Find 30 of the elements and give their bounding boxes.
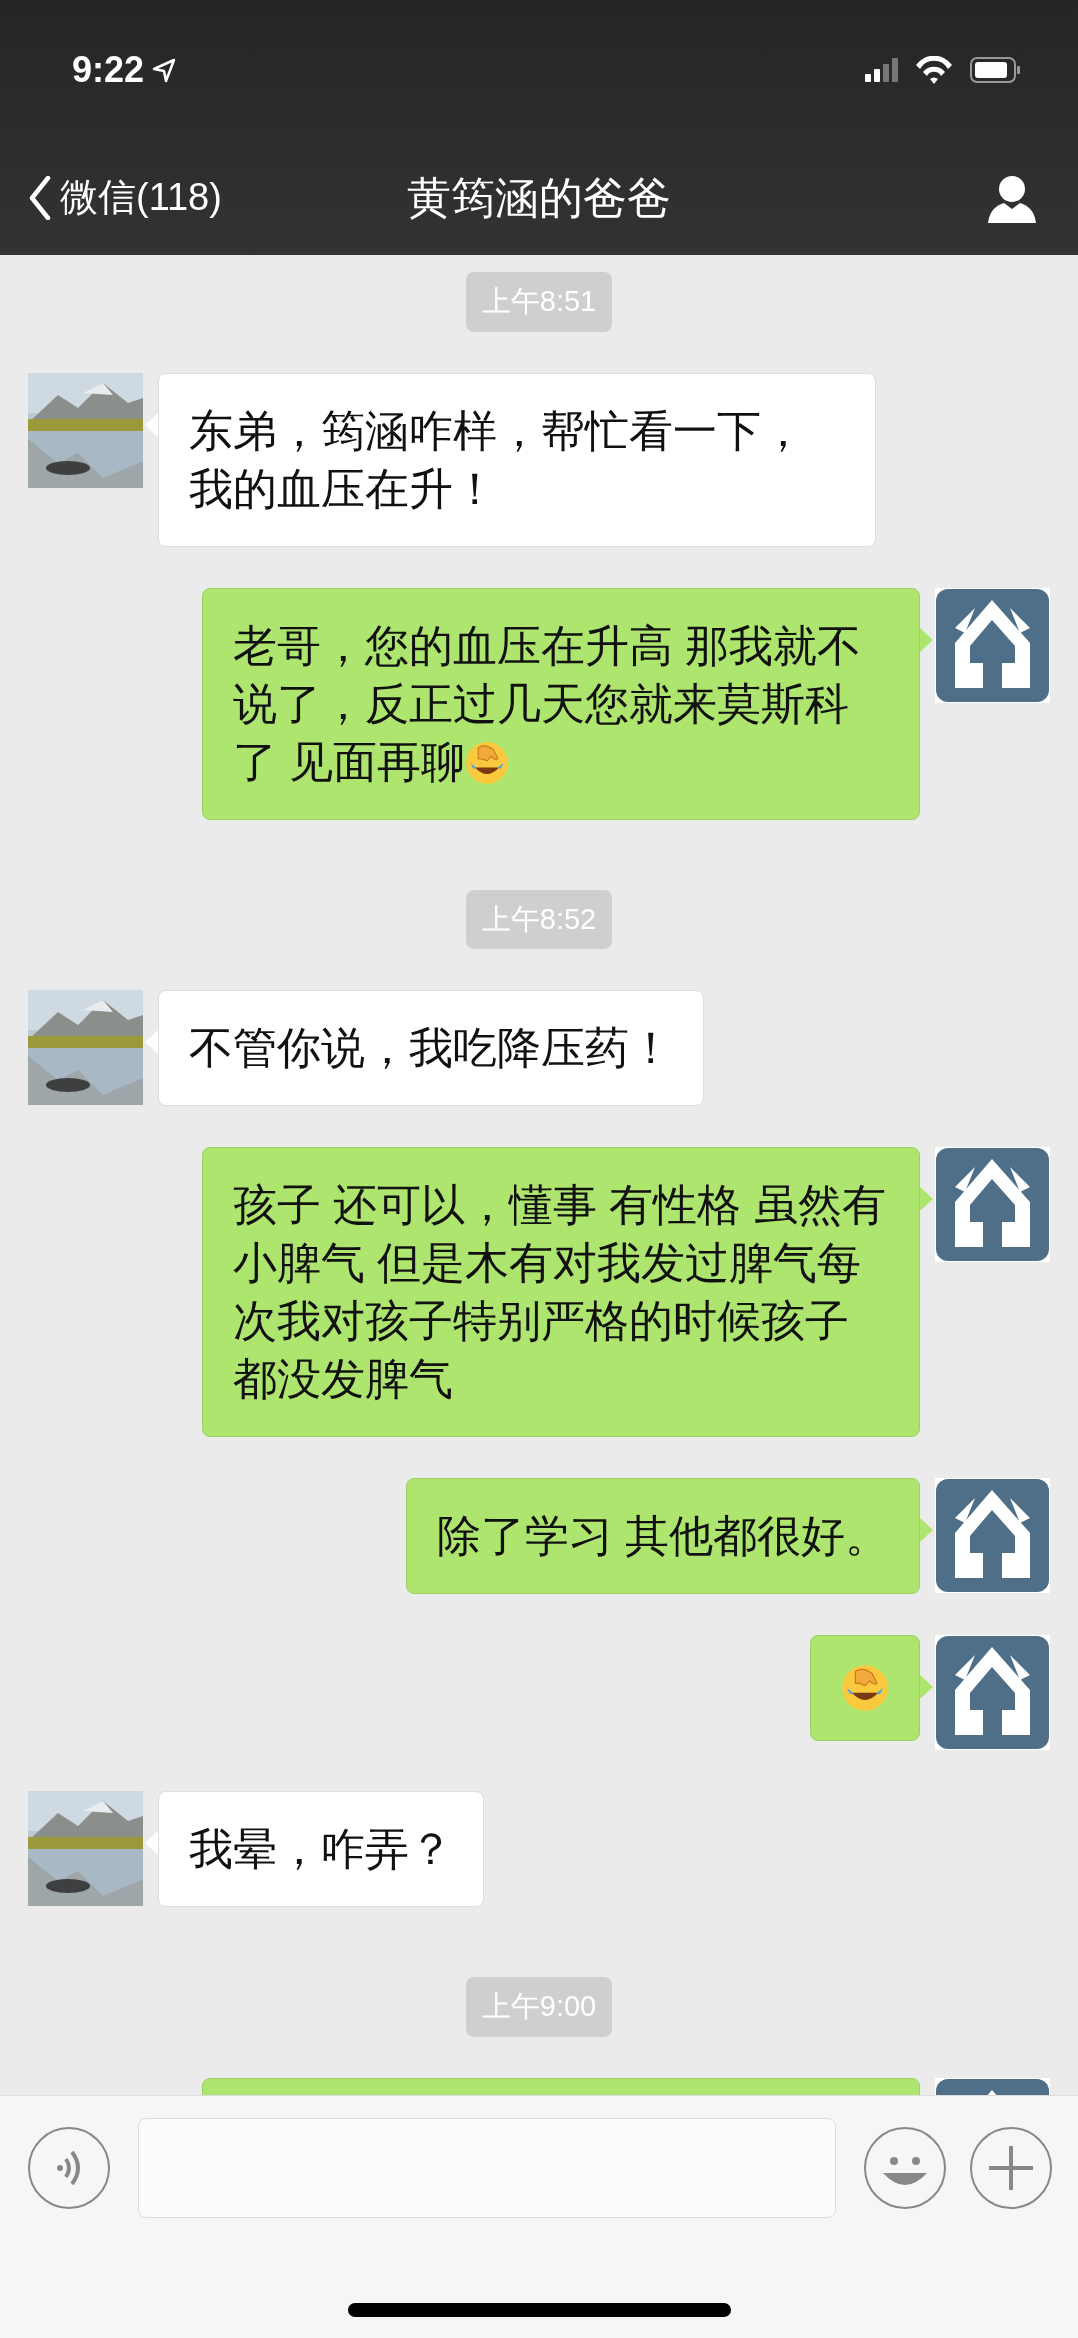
message-bubble: 老哥，您的血压在升高 那我就不说了，反正过几天您就来莫斯科了 见面再聊 [202,587,920,820]
battery-icon [970,57,1020,83]
message-bubble: 东弟，筠涵咋样，帮忙看一下，我的血压在升！ [158,372,876,547]
bubble-tail [145,1030,158,1054]
voice-button[interactable] [28,2127,110,2209]
logo-avatar-icon[interactable] [935,587,1050,703]
plus-icon [987,2144,1035,2192]
message-bubble: 不管你说，我吃降压药！ [158,990,704,1106]
wifi-icon [914,56,954,84]
facepalm-emoji-icon [841,1664,889,1712]
logo-avatar-icon[interactable] [935,1635,1050,1750]
bubble-tail [145,412,158,437]
message-bubble: 孩子 还可以，懂事 有性格 虽然有小脾气 但是木有对我发过脾气每次我对孩子特别严格的时候孩子都没发脾气 [202,1147,920,1437]
bubble-tail [920,1187,933,1211]
status-time: 9:22 [72,48,145,92]
back-link[interactable]: 微信(118) [28,169,222,226]
bubble-tail [920,1518,933,1542]
chat-title: 黄筠涵的爸爸 [407,171,671,224]
bubble-tail [145,1831,158,1855]
more-button[interactable] [970,2127,1052,2209]
back-chevron-icon [28,175,52,220]
message-input-field[interactable] [138,2118,836,2218]
message-bubble: 我晕，咋弄？ [158,1791,484,1907]
bubble-tail [920,627,933,652]
logo-avatar-icon[interactable] [935,1478,1050,1593]
message-bubble: 除了学习 其他都很好。 [405,1478,920,1594]
signal-icon [865,58,898,82]
location-arrow-icon [152,57,177,83]
emoji-button[interactable] [864,2127,946,2209]
logo-avatar-icon[interactable] [935,1147,1050,1262]
